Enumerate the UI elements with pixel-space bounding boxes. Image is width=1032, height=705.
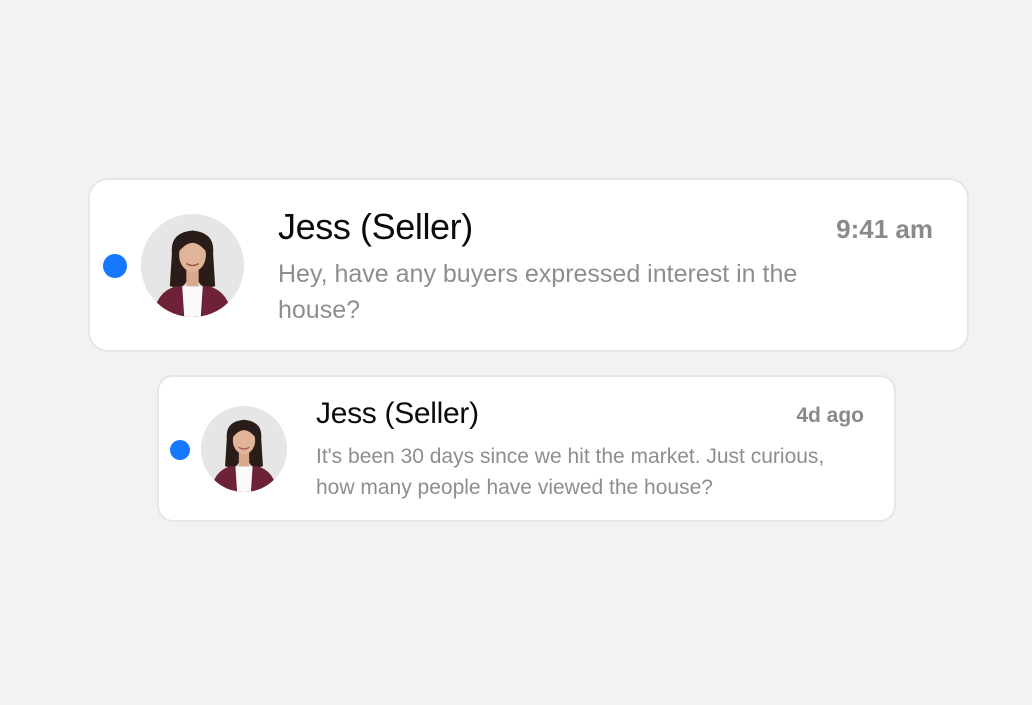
message-time: 9:41 am xyxy=(836,214,933,244)
avatar xyxy=(141,214,244,317)
message-preview: Hey, have any buyers expressed interest … xyxy=(278,260,798,324)
message-time: 4d ago xyxy=(796,404,864,427)
unread-dot-icon xyxy=(103,254,127,278)
person-photo-icon xyxy=(201,406,287,492)
sender-name: Jess (Seller) xyxy=(278,206,473,247)
person-photo-icon xyxy=(141,214,244,317)
avatar xyxy=(201,406,287,492)
sender-name: Jess (Seller) xyxy=(316,397,479,430)
message-preview: It's been 30 days since we hit the marke… xyxy=(316,445,825,499)
message-card[interactable]: Jess (Seller) 9:41 am Hey, have any buye… xyxy=(88,178,969,352)
message-card[interactable]: Jess (Seller) 4d ago It's been 30 days s… xyxy=(157,375,896,522)
unread-dot-icon xyxy=(170,440,190,460)
